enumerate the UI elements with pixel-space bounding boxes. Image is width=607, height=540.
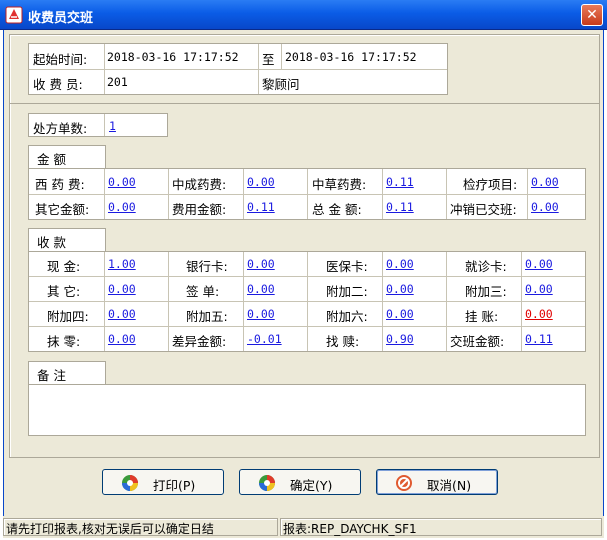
cashier-label: 收 费 员: bbox=[33, 77, 83, 92]
print-icon bbox=[122, 475, 138, 491]
close-button[interactable]: ✕ bbox=[581, 4, 603, 26]
cancel-icon bbox=[396, 475, 412, 491]
cashier-name: 黎顾问 bbox=[262, 77, 300, 92]
print-button[interactable]: 打印(P) bbox=[102, 469, 224, 495]
app-logo-icon bbox=[5, 6, 23, 24]
payment-value[interactable]: 0.90 bbox=[386, 332, 414, 346]
amount-value[interactable]: 0.00 bbox=[108, 175, 136, 189]
remarks-textarea[interactable] bbox=[28, 384, 586, 436]
payment-section-title: 收 款 bbox=[28, 228, 106, 252]
payment-grid: 现 金: 1.00 银行卡: 0.00 医保卡: 0.00 就诊卡: 0.00 … bbox=[28, 251, 586, 352]
amount-value[interactable]: 0.00 bbox=[247, 175, 275, 189]
prescription-value[interactable]: 1 bbox=[109, 119, 116, 133]
end-time-value: 2018-03-16 17:17:52 bbox=[285, 50, 417, 64]
payment-value[interactable]: 0.00 bbox=[525, 257, 553, 271]
payment-label: 交班金额: bbox=[450, 334, 505, 349]
payment-value[interactable]: 0.11 bbox=[525, 332, 553, 346]
remarks-section-title: 备 注 bbox=[28, 361, 106, 385]
amount-label: 检疗项目: bbox=[463, 177, 518, 192]
payment-label: 抹 零: bbox=[47, 334, 81, 349]
status-bar: 请先打印报表,核对无误后可以确定日结 报表:REP_DAYCHK_SF1 bbox=[3, 516, 604, 538]
cancel-button[interactable]: 取消(N) bbox=[376, 469, 498, 495]
prescription-label: 处方单数: bbox=[33, 121, 88, 136]
confirm-button-label: 确定(Y) bbox=[290, 478, 333, 493]
payment-label: 附加三: bbox=[465, 284, 507, 299]
amount-value[interactable]: 0.00 bbox=[531, 175, 559, 189]
amount-value[interactable]: 0.00 bbox=[531, 200, 559, 214]
start-time-value: 2018-03-16 17:17:52 bbox=[107, 50, 239, 64]
status-message: 请先打印报表,核对无误后可以确定日结 bbox=[3, 518, 278, 536]
amount-grid: 西 药 费: 0.00 中成药费: 0.00 中草药费: 0.11 检疗项目: … bbox=[28, 168, 586, 220]
payment-value[interactable]: 0.00 bbox=[247, 257, 275, 271]
payment-label: 找 赎: bbox=[326, 334, 360, 349]
header-info: 起始时间: 2018-03-16 17:17:52 至 2018-03-16 1… bbox=[28, 43, 448, 95]
payment-value[interactable]: 0.00 bbox=[247, 307, 275, 321]
status-report: 报表:REP_DAYCHK_SF1 bbox=[280, 518, 602, 536]
payment-value[interactable]: 0.00 bbox=[247, 282, 275, 296]
payment-label: 附加二: bbox=[326, 284, 368, 299]
amount-label: 费用金额: bbox=[172, 202, 227, 217]
payment-label: 现 金: bbox=[47, 259, 81, 274]
payment-value[interactable]: -0.01 bbox=[247, 332, 282, 346]
amount-label: 其它金额: bbox=[35, 202, 90, 217]
amount-label: 中草药费: bbox=[312, 177, 367, 192]
payment-value[interactable]: 1.00 bbox=[108, 257, 136, 271]
print-button-label: 打印(P) bbox=[153, 478, 196, 493]
payment-value[interactable]: 0.00 bbox=[108, 332, 136, 346]
amount-label: 冲销已交班: bbox=[450, 202, 517, 217]
payment-value[interactable]: 0.00 bbox=[108, 282, 136, 296]
payment-label: 银行卡: bbox=[186, 259, 228, 274]
amount-label: 西 药 费: bbox=[35, 177, 85, 192]
title-bar: 收费员交班 ✕ bbox=[0, 0, 607, 30]
payment-value[interactable]: 0.00 bbox=[108, 307, 136, 321]
amount-value[interactable]: 0.00 bbox=[108, 200, 136, 214]
payment-label: 就诊卡: bbox=[465, 259, 507, 274]
cashier-id: 201 bbox=[107, 75, 128, 89]
payment-label: 签 单: bbox=[186, 284, 220, 299]
amount-value[interactable]: 0.11 bbox=[247, 200, 275, 214]
window-title: 收费员交班 bbox=[28, 11, 94, 26]
main-panel: 起始时间: 2018-03-16 17:17:52 至 2018-03-16 1… bbox=[9, 34, 600, 458]
amount-value[interactable]: 0.11 bbox=[386, 175, 414, 189]
payment-label: 附加五: bbox=[186, 309, 228, 324]
payment-label: 其 它: bbox=[47, 284, 81, 299]
payment-label: 差异金额: bbox=[172, 334, 227, 349]
confirm-button[interactable]: 确定(Y) bbox=[239, 469, 361, 495]
payment-value[interactable]: 0.00 bbox=[386, 257, 414, 271]
cancel-button-label: 取消(N) bbox=[427, 478, 472, 493]
amount-label: 总 金 额: bbox=[312, 202, 362, 217]
start-time-label: 起始时间: bbox=[33, 52, 88, 67]
to-label: 至 bbox=[262, 52, 275, 67]
close-icon: ✕ bbox=[586, 7, 598, 23]
dialog-body: 起始时间: 2018-03-16 17:17:52 至 2018-03-16 1… bbox=[3, 30, 604, 538]
payment-label: 附加四: bbox=[47, 309, 89, 324]
amount-section-title: 金 额 bbox=[28, 145, 106, 169]
confirm-icon bbox=[259, 475, 275, 491]
amount-value[interactable]: 0.11 bbox=[386, 200, 414, 214]
payment-value[interactable]: 0.00 bbox=[386, 307, 414, 321]
amount-label: 中成药费: bbox=[172, 177, 227, 192]
payment-value-on-account[interactable]: 0.00 bbox=[525, 307, 553, 321]
payment-label: 附加六: bbox=[326, 309, 368, 324]
payment-value[interactable]: 0.00 bbox=[386, 282, 414, 296]
payment-label: 医保卡: bbox=[326, 259, 368, 274]
payment-label: 挂 账: bbox=[465, 309, 499, 324]
prescription-count: 处方单数: 1 bbox=[28, 113, 168, 137]
payment-value[interactable]: 0.00 bbox=[525, 282, 553, 296]
